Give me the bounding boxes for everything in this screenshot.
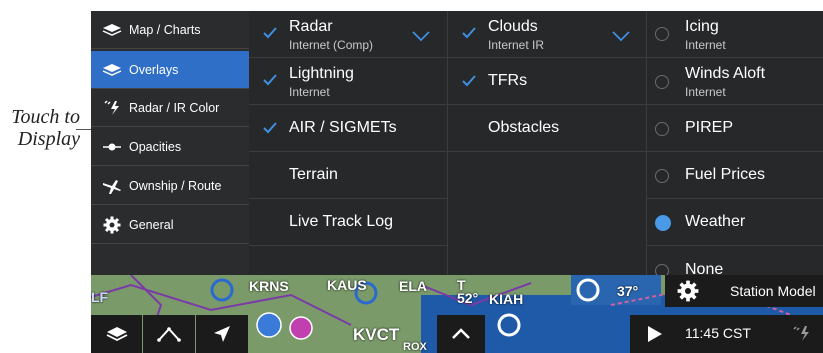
sidebar-item-label: Radar / IR Color: [129, 100, 220, 115]
radio-icon: [655, 27, 669, 41]
option-title: AIR / SIGMETs: [289, 119, 397, 136]
option-tfrs[interactable]: TFRs: [448, 58, 646, 105]
option-radar[interactable]: Radar Internet (Comp): [249, 11, 447, 58]
lightning-icon: [101, 99, 123, 117]
map-label: KAUS: [327, 277, 367, 293]
option-terrain[interactable]: Terrain: [249, 152, 447, 199]
playback-time: 11:45 CST: [685, 325, 751, 341]
play-icon: [648, 326, 662, 342]
option-none[interactable]: None: [647, 246, 823, 275]
checkmark-icon: [462, 27, 476, 39]
route-button[interactable]: [143, 315, 195, 353]
direct-to-button[interactable]: [196, 315, 248, 353]
map-label: ROX: [403, 341, 427, 353]
lightning-icon: [793, 326, 809, 341]
overlay-options-grid: Radar Internet (Comp) Lightning Internet…: [249, 11, 823, 275]
option-fuel-prices[interactable]: Fuel Prices: [647, 152, 823, 199]
callout-line1: Touch to: [11, 106, 80, 128]
expand-up-button[interactable]: [437, 315, 485, 353]
map-label: KIAH: [489, 291, 524, 307]
sidebar-item-label: Opacities: [129, 139, 182, 154]
sidebar-item-radar-ir-color[interactable]: Radar / IR Color: [91, 89, 249, 127]
checkmark-icon: [263, 27, 277, 39]
option-obstacles[interactable]: Obstacles: [448, 105, 646, 152]
sidebar-item-opacities[interactable]: Opacities: [91, 128, 249, 166]
option-subtitle: Internet: [289, 85, 330, 99]
sidebar-item-label: Ownship / Route: [129, 178, 222, 193]
checkmark-icon: [462, 75, 476, 87]
layers-icon: [101, 61, 123, 79]
option-subtitle: Internet: [685, 38, 726, 52]
touch-to-display-callout: Touch to Display: [0, 106, 80, 150]
sidebar: Map / Charts Overlays Radar / IR Color O…: [91, 11, 249, 275]
option-winds-aloft[interactable]: Winds Aloft Internet: [647, 58, 823, 105]
option-title: Clouds: [488, 18, 538, 35]
gear-icon: [101, 216, 123, 234]
station-model-label: Station Model: [730, 283, 816, 299]
sidebar-item-label: Overlays: [129, 62, 179, 77]
layers-icon: [101, 21, 123, 39]
option-title: None: [685, 261, 724, 275]
map-label: KVCT: [353, 325, 400, 344]
option-air-sigmets[interactable]: AIR / SIGMETs: [249, 105, 447, 152]
sidebar-item-label: General: [129, 217, 174, 232]
map-label: KRNS: [249, 278, 289, 294]
option-pirep[interactable]: PIREP: [647, 105, 823, 152]
option-live-track-log[interactable]: Live Track Log: [249, 199, 447, 246]
option-title: Icing: [685, 18, 719, 35]
sidebar-item-label: Map / Charts: [129, 22, 201, 37]
layers-icon: [106, 327, 127, 342]
route-icon: [157, 327, 181, 342]
option-title: TFRs: [488, 72, 528, 89]
radio-icon: [655, 122, 669, 136]
settings-button[interactable]: [665, 275, 711, 307]
option-title: Radar: [289, 18, 333, 35]
map-label: LF: [91, 289, 109, 305]
radio-icon: [655, 75, 669, 89]
option-title: PIREP: [685, 119, 734, 136]
option-lightning[interactable]: Lightning Internet: [249, 58, 447, 105]
chevron-down-icon[interactable]: [612, 30, 630, 42]
option-subtitle: Internet IR: [488, 38, 545, 52]
checkmark-icon: [263, 74, 277, 86]
option-title: Fuel Prices: [685, 166, 766, 183]
sidebar-item-general[interactable]: General: [91, 206, 249, 244]
option-clouds[interactable]: Clouds Internet IR: [448, 11, 646, 58]
sidebar-item-map-charts[interactable]: Map / Charts: [91, 11, 249, 49]
map-label: 37°: [617, 283, 639, 299]
radar-animate-button[interactable]: [781, 315, 823, 353]
slider-icon: [101, 138, 123, 156]
map-label: ELA: [399, 278, 427, 294]
callout-line2: Display: [17, 128, 80, 150]
play-button[interactable]: [630, 315, 680, 353]
option-title: Live Track Log: [289, 213, 394, 230]
layers-button[interactable]: [91, 315, 142, 353]
option-subtitle: Internet (Comp): [289, 38, 374, 52]
navigation-arrow-icon: [214, 326, 230, 342]
option-title: Weather: [685, 213, 746, 230]
chevron-down-icon[interactable]: [412, 30, 430, 42]
gear-icon: [677, 280, 699, 302]
airplane-route-icon: [101, 177, 123, 195]
option-weather[interactable]: Weather: [647, 199, 823, 246]
radio-selected-icon: [655, 215, 671, 231]
option-title: Terrain: [289, 166, 338, 183]
option-title: Winds Aloft: [685, 65, 766, 82]
option-title: Obstacles: [488, 119, 560, 136]
option-icing[interactable]: Icing Internet: [647, 11, 823, 58]
radio-icon: [655, 264, 669, 275]
sidebar-item-overlays[interactable]: Overlays: [91, 51, 249, 89]
map-label: 52°: [457, 290, 479, 306]
sidebar-item-ownship-route[interactable]: Ownship / Route: [91, 167, 249, 205]
device-screen: Map / Charts Overlays Radar / IR Color O…: [91, 11, 823, 353]
checkmark-icon: [263, 122, 277, 134]
option-subtitle: Internet: [685, 85, 726, 99]
radio-icon: [655, 169, 669, 183]
option-title: Lightning: [289, 65, 354, 82]
chevron-up-icon: [452, 328, 470, 339]
